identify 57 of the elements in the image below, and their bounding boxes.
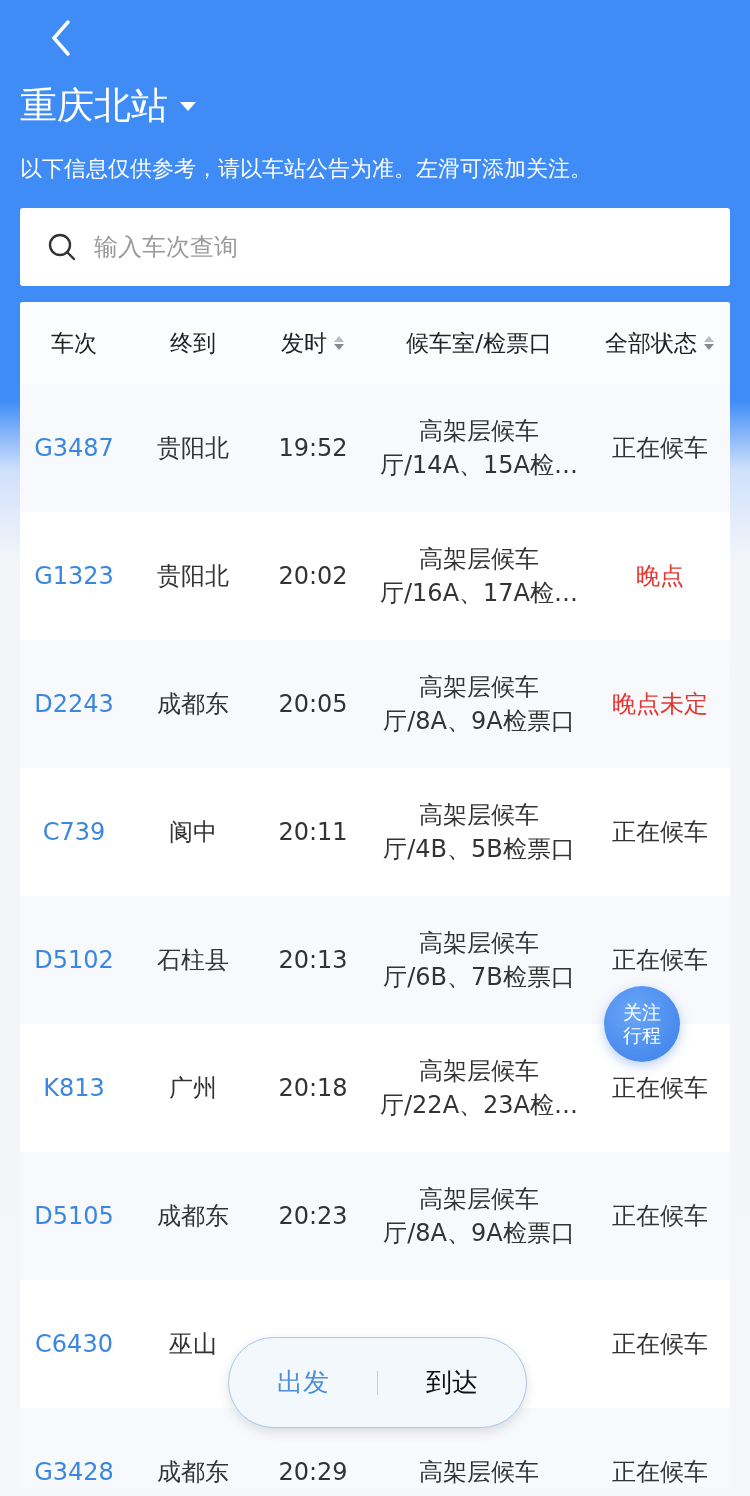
departure-time: 20:18 [278,1074,348,1102]
destination-text: 石柱县 [157,945,229,976]
status-text: 正在候车 [612,1073,708,1104]
waiting-room-text: 高架层候车 厅/8A、9A检票口 [383,1184,575,1249]
destination-text: 贵阳北 [157,433,229,464]
train-number[interactable]: G3487 [34,434,114,462]
waiting-room-text: 高架层候车 厅/6B、7B检票口 [383,928,575,993]
waiting-room-text: 高架层候车 厅/4B、5B检票口 [383,800,575,865]
toggle-tab[interactable]: 出发 [268,1359,337,1406]
destination-text: 贵阳北 [157,561,229,592]
status-text: 晚点未定 [612,689,708,720]
status-text: 正在候车 [612,1329,708,1360]
column-header: 候车室/检票口 [406,328,552,358]
toggle-tab[interactable]: 到达 [418,1359,487,1406]
departure-time: 20:02 [278,562,348,590]
train-number[interactable]: C739 [42,818,106,846]
destination-text: 成都东 [157,1457,229,1488]
search-field[interactable]: 输入车次查询 [20,208,730,286]
destination-text: 阆中 [169,817,217,848]
destination-text: 巫山 [169,1329,217,1360]
departure-time: 19:52 [278,434,348,462]
train-number[interactable]: K813 [43,1074,105,1102]
train-number[interactable]: D5105 [34,1202,114,1230]
status-text: 正在候车 [612,945,708,976]
train-number[interactable]: C6430 [35,1330,113,1358]
station-name[interactable]: 重庆北站 [20,82,168,130]
waiting-room-text: 高架层候车 厅/14A、15A检… [380,416,578,481]
train-number[interactable]: D2243 [34,690,114,718]
destination-text: 成都东 [157,1201,229,1232]
destination-text: 成都东 [157,689,229,720]
waiting-room-text: 高架层候车 厅/22A、23A检… [380,1056,578,1121]
waiting-room-text: 高架层候车 厅/16A、17A检… [380,544,578,609]
waiting-room-text: 高架层候车 [419,1457,539,1488]
train-number[interactable]: D5102 [34,946,114,974]
notice-text: 以下信息仅供参考，请以车站公告为准。左滑可添加关注。 [20,155,593,183]
column-header: 终到 [170,328,216,358]
sort-icon[interactable] [703,335,715,351]
destination-text: 广州 [169,1073,217,1104]
column-header: 车次 [51,328,97,358]
departure-time: 20:05 [278,690,348,718]
status-text: 正在候车 [612,433,708,464]
status-text: 正在候车 [612,1201,708,1232]
train-number[interactable]: G3428 [34,1458,114,1486]
column-header[interactable]: 全部状态 [605,327,697,359]
train-number[interactable]: G1323 [34,562,114,590]
status-text: 正在候车 [612,817,708,848]
search-icon [48,233,76,261]
status-text: 晚点 [636,561,684,592]
departure-time: 20:29 [278,1458,348,1486]
departure-time: 20:11 [278,818,348,846]
departure-time: 20:23 [278,1202,348,1230]
waiting-room-text: 高架层候车 厅/8A、9A检票口 [383,672,575,737]
departure-time: 20:13 [278,946,348,974]
sort-icon[interactable] [333,335,345,351]
status-text: 正在候车 [612,1457,708,1488]
column-header[interactable]: 发时 [281,327,327,359]
caret-icon[interactable] [180,101,196,111]
